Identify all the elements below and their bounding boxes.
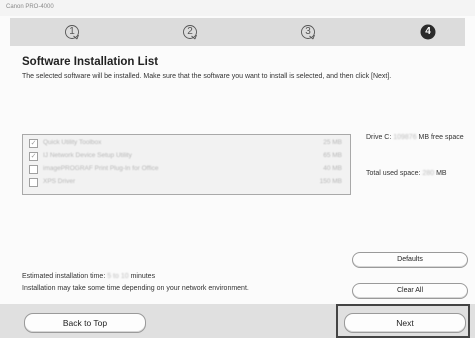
software-checkbox-checked[interactable]: ✓ [29, 152, 38, 161]
title-bar: Canon PRO-4000 [0, 0, 475, 16]
software-checkbox-unchecked[interactable] [29, 165, 38, 174]
clear-all-button[interactable]: Clear All [352, 283, 468, 299]
software-name: imagePROGRAF Print Plug-In for Office [43, 165, 159, 172]
step-4-indicator: 4 [420, 24, 436, 40]
drive-free-space: Drive C: 109876 MB free space [366, 133, 466, 142]
total-used-value: 280 [422, 170, 435, 177]
installer-window: Canon PRO-4000 1 2 3 4 Software Installa… [0, 0, 475, 338]
window-title: Canon PRO-4000 [6, 4, 54, 10]
page-description: The selected software will be installed.… [22, 73, 392, 80]
step-3-indicator: 3 [300, 24, 316, 40]
drive-label: Drive C: [366, 134, 394, 141]
drive-free-unit: MB free space [416, 134, 464, 141]
drive-free-value: 109876 [393, 134, 417, 141]
next-button[interactable]: Next [344, 313, 466, 333]
step-3-number: 3 [305, 26, 311, 37]
back-to-top-button[interactable]: Back to Top [24, 313, 146, 333]
step-progress-bar: 1 2 3 4 [10, 18, 465, 46]
install-note: Installation may take some time dependin… [22, 285, 249, 292]
page-title: Software Installation List [22, 56, 159, 68]
step-4-number: 4 [425, 26, 431, 37]
software-row[interactable]: XPS Driver 150 MB [25, 177, 346, 187]
software-list: ✓ Quick Utility Toolbox 25 MB ✓ IJ Netwo… [22, 134, 351, 195]
software-name: XPS Driver [43, 178, 76, 185]
software-size: 40 MB [323, 165, 342, 172]
estimate-unit: minutes [128, 273, 156, 280]
estimated-time: Estimated installation time: 5 to 10 min… [22, 273, 155, 280]
defaults-button[interactable]: Defaults [352, 252, 468, 268]
step-2-number: 2 [187, 26, 193, 37]
total-used-label: Total used space: [366, 170, 423, 177]
software-row[interactable]: ✓ IJ Network Device Setup Utility 65 MB [25, 151, 346, 161]
step-1-number: 1 [69, 26, 75, 37]
software-row[interactable]: ✓ Quick Utility Toolbox 25 MB [25, 138, 346, 148]
software-size: 150 MB [319, 178, 342, 185]
step-1-indicator: 1 [64, 24, 80, 40]
software-row[interactable]: imagePROGRAF Print Plug-In for Office 40… [25, 164, 346, 174]
estimate-label: Estimated installation time: [22, 273, 108, 280]
total-used-unit: MB [434, 170, 447, 177]
software-checkbox-checked[interactable]: ✓ [29, 139, 38, 148]
software-size: 65 MB [323, 152, 342, 159]
total-used-space: Total used space: 280 MB [366, 169, 447, 178]
software-name: IJ Network Device Setup Utility [43, 152, 132, 159]
software-checkbox-unchecked[interactable] [29, 178, 38, 187]
software-name: Quick Utility Toolbox [43, 139, 102, 146]
estimate-value: 5 to 10 [107, 273, 129, 280]
software-size: 25 MB [323, 139, 342, 146]
step-2-indicator: 2 [182, 24, 198, 40]
